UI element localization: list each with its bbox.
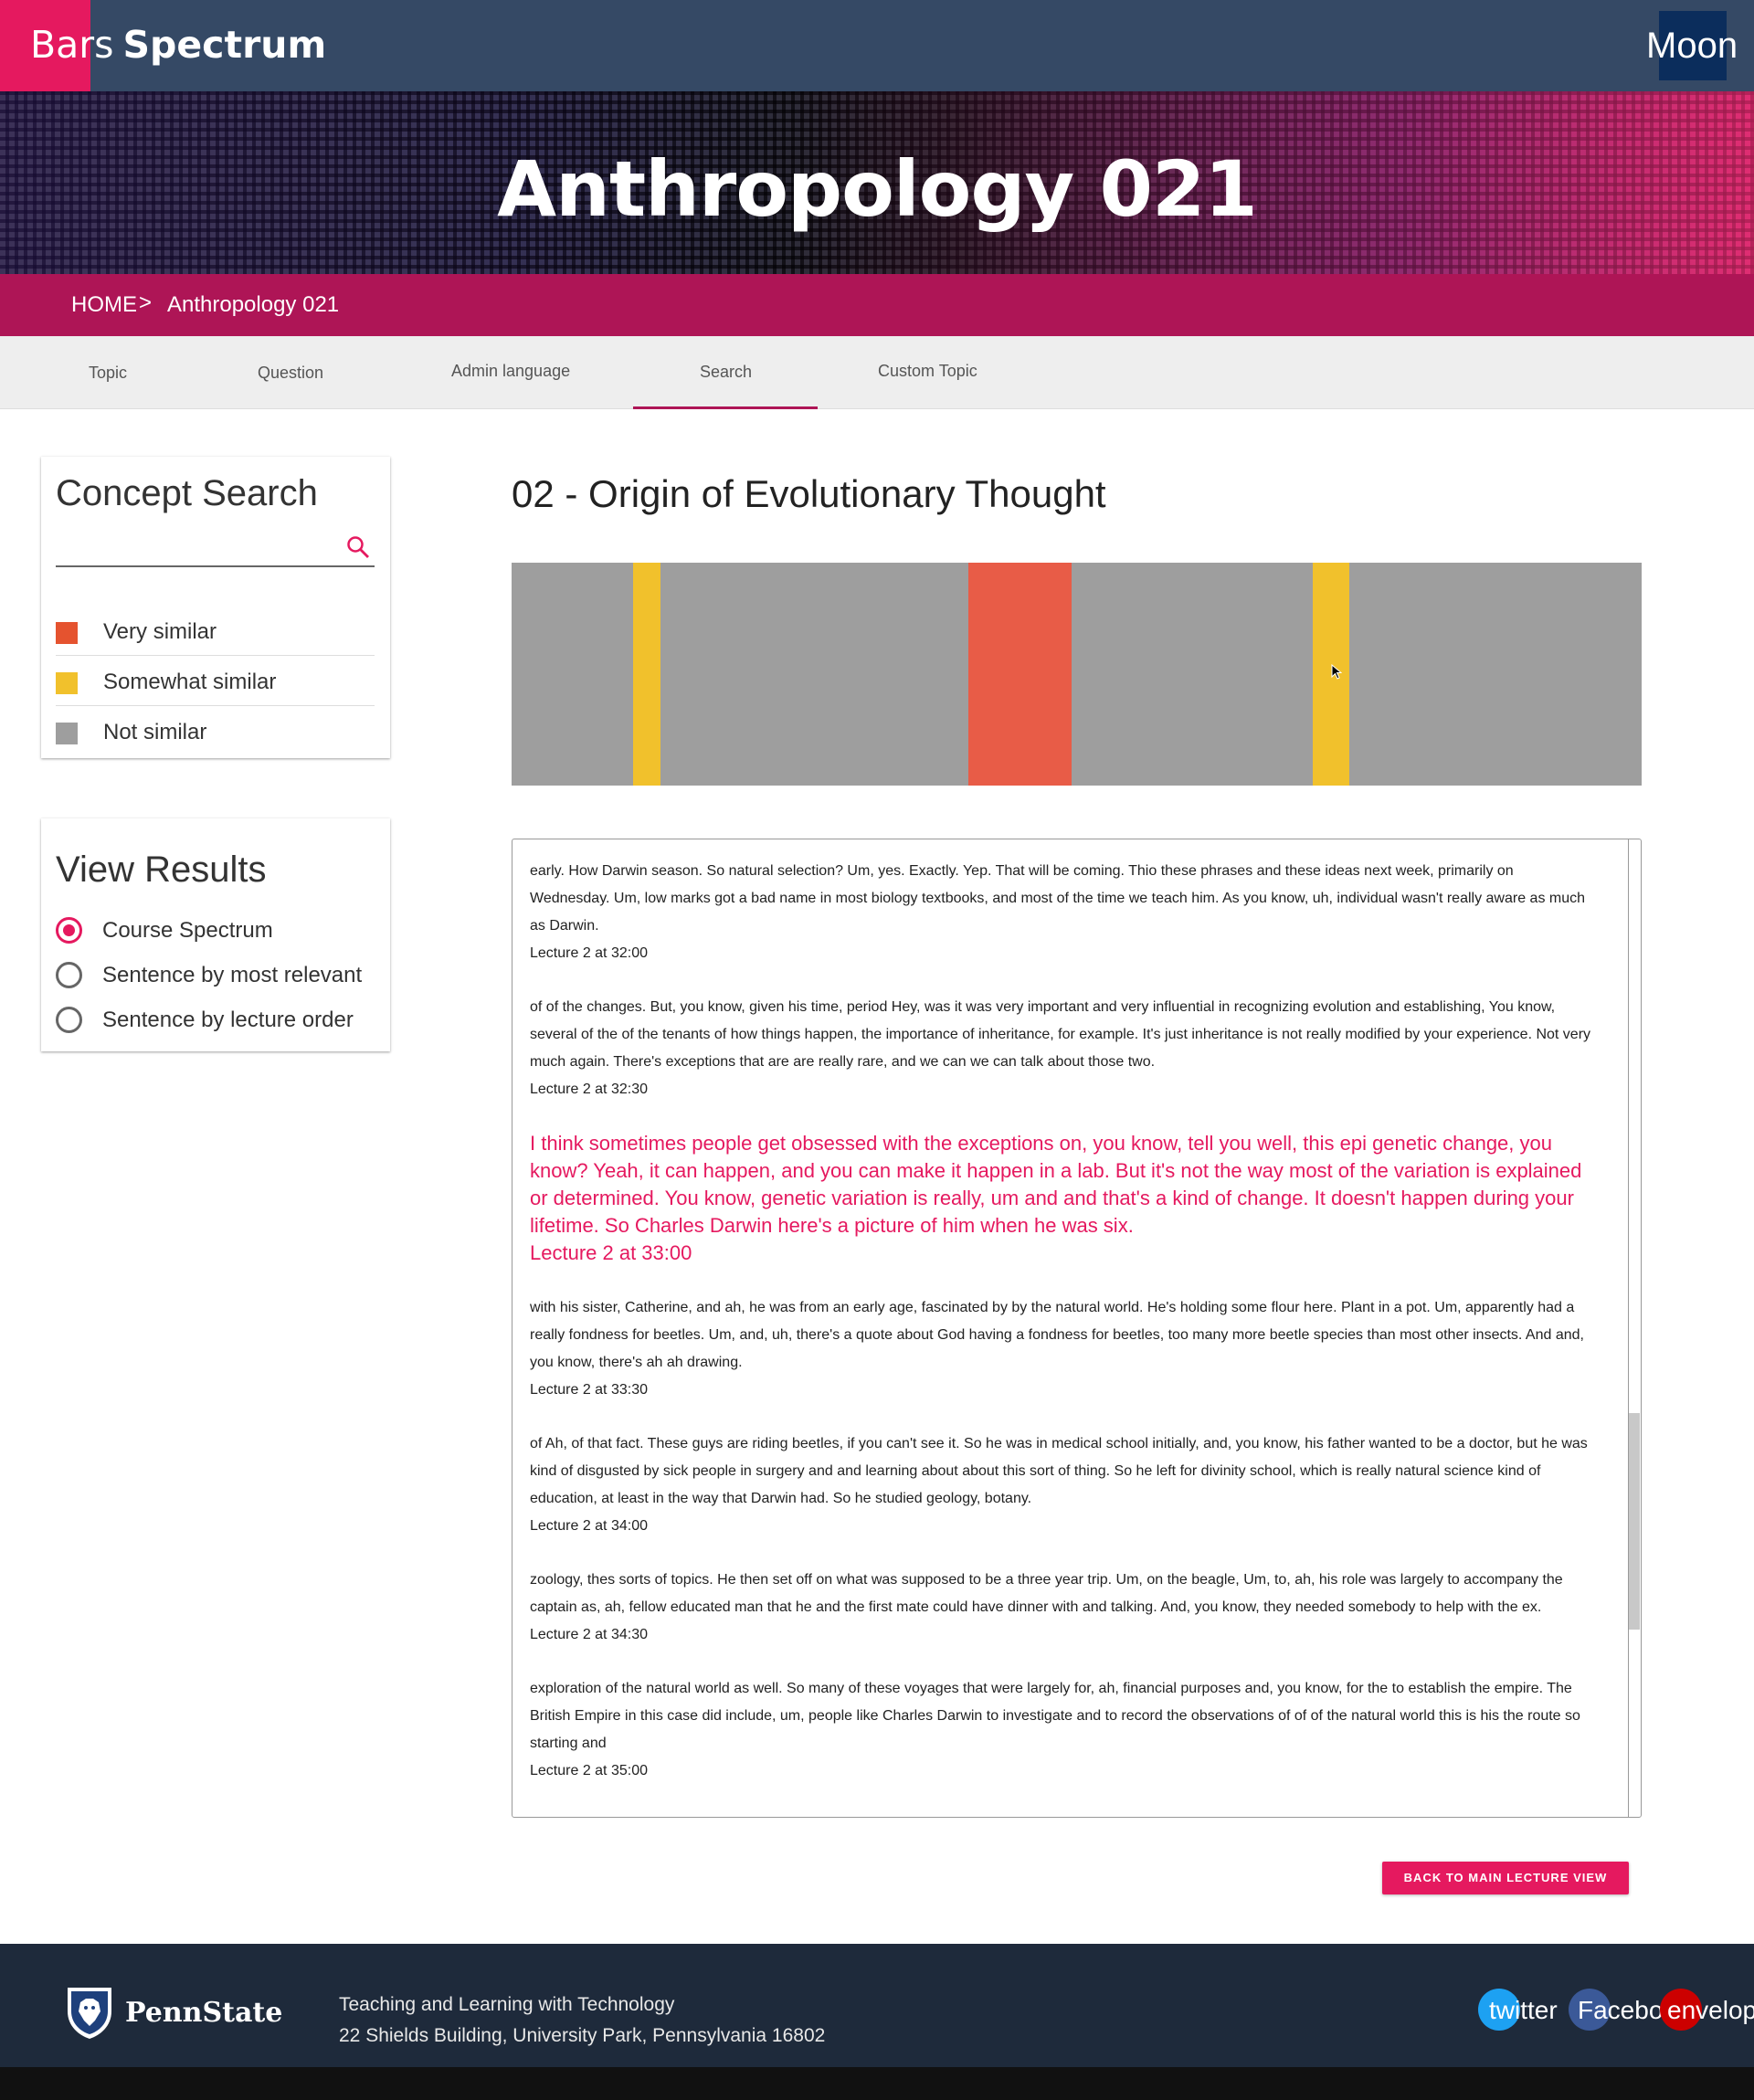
breadcrumb-home-link[interactable]: HOME	[71, 292, 137, 318]
legend-label: Not similar	[103, 720, 207, 744]
transcript-text: of Ah, of that fact. These guys are ridi…	[530, 1436, 1588, 1506]
pennstate-logo-text: PennState	[125, 1997, 283, 2029]
transcript-panel[interactable]: early. How Darwin season. So natural sel…	[512, 839, 1642, 1818]
concept-search-input[interactable]	[56, 530, 339, 565]
active-tab-indicator	[633, 406, 818, 409]
radio-button[interactable]	[56, 1007, 82, 1033]
tab-custom-topic[interactable]: Custom Topic	[878, 362, 977, 381]
legend-item-not-similar: Not similar	[56, 706, 375, 756]
radio-course-spectrum[interactable]: Course Spectrum	[56, 912, 375, 948]
legend-item-very-similar: Very similar	[56, 606, 375, 656]
transcript-timestamp[interactable]: Lecture 2 at 32:30	[530, 1076, 1597, 1103]
tab-search[interactable]: Search	[700, 363, 752, 382]
radio-sentence-lecture-order[interactable]: Sentence by lecture order	[56, 1001, 375, 1038]
top-navbar: Bars Spectrum Moon	[0, 0, 1754, 91]
lecture-title: 02 - Origin of Evolutionary Thought	[512, 472, 1106, 515]
twitter-label: twitter	[1489, 1996, 1558, 2024]
transcript-timestamp[interactable]: Lecture 2 at 34:30	[530, 1621, 1597, 1649]
view-results-title: View Results	[56, 849, 267, 890]
transcript-scrollbar-track[interactable]	[1628, 839, 1629, 1817]
pennstate-shield-icon	[68, 1988, 111, 2039]
transcript-list: early. How Darwin season. So natural sel…	[530, 858, 1597, 1818]
email-label: envelope	[1667, 1996, 1754, 2024]
spectrum-band-very-similar[interactable]	[968, 563, 1072, 786]
spectrum-band-somewhat-similar[interactable]	[633, 563, 660, 786]
breadcrumb-current: Anthropology 021	[167, 292, 340, 317]
tab-question[interactable]: Question	[258, 364, 323, 383]
transcript-entry: exploration of the natural world as well…	[530, 1675, 1597, 1785]
concept-search-title: Concept Search	[56, 473, 318, 513]
transcript-timestamp[interactable]: Lecture 2 at 34:00	[530, 1513, 1597, 1540]
transcript-timestamp[interactable]: Lecture 2 at 33:00	[530, 1240, 1597, 1267]
tab-bar: Topic Question Admin language Search Cus…	[0, 336, 1754, 409]
transcript-text: exploration of the natural world as well…	[530, 1681, 1580, 1751]
transcript-text: I think sometimes people get obsessed wi…	[530, 1132, 1582, 1237]
footer-bottom-bar	[0, 2067, 1754, 2100]
legend-swatch-very-similar	[56, 622, 78, 644]
transcript-text: early. How Darwin season. So natural sel…	[530, 863, 1586, 934]
transcript-timestamp[interactable]: Lecture 2 at 33:30	[530, 1377, 1597, 1404]
transcript-entry: early. How Darwin season. So natural sel…	[530, 858, 1597, 967]
transcript-text: zoology, thes sorts of topics. He then s…	[530, 1572, 1563, 1615]
breadcrumb-separator: >	[139, 290, 153, 315]
transcript-entry: of of the changes. But, you know, given …	[530, 994, 1597, 1103]
radio-label: Sentence by most relevant	[102, 963, 363, 987]
tab-topic[interactable]: Topic	[89, 364, 127, 383]
mouse-cursor-icon	[1331, 664, 1342, 680]
transcript-entry: zoology, thes sorts of topics. He then s…	[530, 1567, 1597, 1649]
legend-label: Very similar	[103, 619, 217, 644]
legend-label: Somewhat similar	[103, 670, 277, 694]
brand-logo[interactable]: Bars Spectrum	[30, 23, 326, 67]
search-icon[interactable]	[346, 535, 370, 559]
radio-label: Sentence by lecture order	[102, 1008, 354, 1032]
tab-admin-language[interactable]: Admin language	[451, 362, 570, 381]
footer-address: 22 Shields Building, University Park, Pe…	[339, 2025, 826, 2046]
transcript-entry: coming down going around South America. …	[530, 1811, 1597, 1818]
radio-label: Course Spectrum	[102, 918, 273, 943]
breadcrumb: HOME > Anthropology 021	[0, 274, 1754, 336]
transcript-timestamp[interactable]: Lecture 2 at 35:00	[530, 1757, 1597, 1785]
transcript-entry: of Ah, of that fact. These guys are ridi…	[530, 1430, 1597, 1540]
transcript-entry: with his sister, Catherine, and ah, he w…	[530, 1294, 1597, 1404]
transcript-text: coming down going around South America. …	[530, 1817, 1593, 1818]
back-to-main-lecture-button[interactable]: BACK TO MAIN LECTURE VIEW	[1382, 1862, 1629, 1894]
legend-swatch-not-similar	[56, 723, 78, 744]
hero-banner: Anthropology 021	[0, 91, 1754, 274]
transcript-text: of of the changes. But, you know, given …	[530, 999, 1591, 1070]
transcript-scrollbar-thumb[interactable]	[1629, 1413, 1640, 1630]
transcript-text: with his sister, Catherine, and ah, he w…	[530, 1300, 1584, 1370]
radio-button[interactable]	[56, 962, 82, 988]
brand-light-text: Bars	[30, 23, 114, 67]
search-input-underline	[56, 565, 375, 567]
concept-search-card: Concept Search Very similar Somewhat sim…	[41, 457, 390, 758]
course-title: Anthropology 021	[497, 144, 1258, 234]
moon-icon[interactable]: Moon	[1646, 26, 1738, 67]
lecture-spectrum-bar[interactable]	[512, 563, 1642, 786]
transcript-timestamp[interactable]: Lecture 2 at 32:00	[530, 940, 1597, 967]
brand-bold-text: Spectrum	[122, 23, 327, 67]
legend-swatch-somewhat-similar	[56, 672, 78, 694]
radio-sentence-most-relevant[interactable]: Sentence by most relevant	[56, 956, 375, 993]
radio-button-selected[interactable]	[56, 917, 82, 944]
legend-item-somewhat-similar: Somewhat similar	[56, 656, 375, 706]
footer-org: Teaching and Learning with Technology	[339, 1994, 675, 2015]
view-results-card: View Results Course Spectrum Sentence by…	[41, 818, 390, 1051]
transcript-entry-highlighted: I think sometimes people get obsessed wi…	[530, 1130, 1597, 1267]
